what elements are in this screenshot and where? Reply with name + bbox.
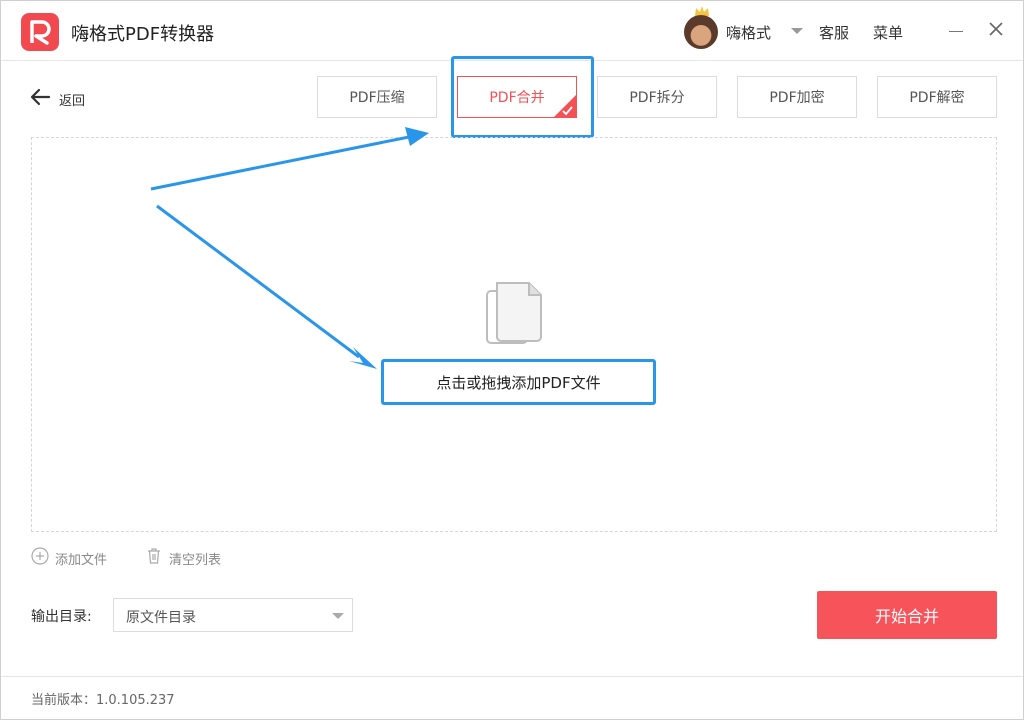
arrow-left-icon xyxy=(30,88,51,106)
tab-pdf-compress[interactable]: PDF压缩 xyxy=(317,76,437,118)
tab-label: PDF合并 xyxy=(489,90,545,106)
close-icon[interactable] xyxy=(986,19,1006,39)
tab-pdf-split[interactable]: PDF拆分 xyxy=(597,76,717,118)
start-merge-button[interactable]: 开始合并 xyxy=(817,591,997,639)
version-text: 当前版本：1.0.105.237 xyxy=(31,693,175,708)
app-title: 嗨格式PDF转换器 xyxy=(71,24,215,45)
add-pdf-prompt[interactable]: 点击或拖拽添加PDF文件 xyxy=(381,359,656,405)
clear-list-label: 清空列表 xyxy=(169,553,222,568)
documents-icon xyxy=(486,282,542,344)
username[interactable]: 嗨格式 xyxy=(726,22,771,43)
clear-list-button[interactable]: 清空列表 xyxy=(145,547,221,568)
output-dir-value: 原文件目录 xyxy=(126,610,196,626)
check-icon xyxy=(554,95,576,117)
status-footer: 当前版本：1.0.105.237 xyxy=(1,676,1023,720)
tab-pdf-merge[interactable]: PDF合并 xyxy=(457,76,577,118)
output-dir-select[interactable]: 原文件目录 xyxy=(113,598,353,632)
menu-link[interactable]: 菜单 xyxy=(873,22,903,43)
back-button[interactable]: 返回 xyxy=(29,87,109,109)
chevron-down-icon xyxy=(332,613,344,619)
title-bar: 嗨格式PDF转换器 嗨格式 客服 菜单 xyxy=(1,1,1023,61)
plus-circle-icon xyxy=(31,547,49,565)
back-label: 返回 xyxy=(59,94,86,109)
chevron-down-icon[interactable] xyxy=(791,28,803,34)
minimize-icon[interactable] xyxy=(949,31,963,32)
add-file-label: 添加文件 xyxy=(55,553,108,568)
tab-pdf-decrypt[interactable]: PDF解密 xyxy=(877,76,997,118)
pdf-logo-icon xyxy=(21,13,59,51)
app-window: 嗨格式PDF转换器 嗨格式 客服 菜单 返回 PDF压缩 PDF合并 PDF拆分… xyxy=(0,0,1024,720)
tab-pdf-encrypt[interactable]: PDF加密 xyxy=(737,76,857,118)
avatar[interactable] xyxy=(684,15,718,49)
add-file-button[interactable]: 添加文件 xyxy=(31,547,107,568)
output-dir-label: 输出目录: xyxy=(31,609,92,625)
trash-icon xyxy=(148,548,160,564)
customer-service-link[interactable]: 客服 xyxy=(819,22,849,43)
